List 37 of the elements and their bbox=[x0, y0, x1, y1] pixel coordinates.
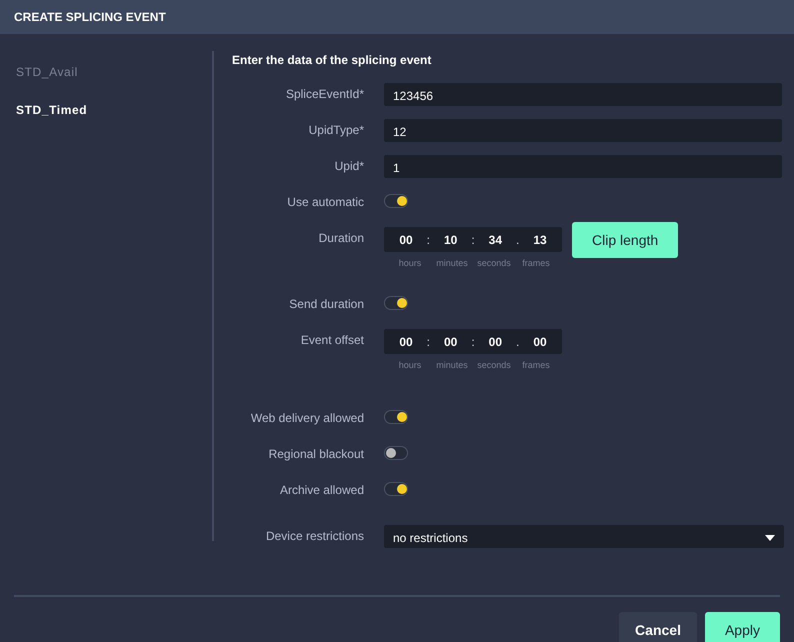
toggle-switch[interactable] bbox=[384, 296, 408, 310]
dialog-title: CREATE SPLICING EVENT bbox=[14, 10, 166, 24]
field-label: Upid* bbox=[334, 158, 364, 173]
unit-label: hours bbox=[398, 360, 422, 370]
timecode-field[interactable]: 00 : 10 : 34 . 13 bbox=[384, 227, 562, 252]
field-label: Send duration bbox=[288, 296, 364, 311]
toggle-switch[interactable] bbox=[384, 482, 408, 496]
clip-length-button[interactable]: Clip length bbox=[572, 222, 678, 258]
unit-label: minutes bbox=[435, 360, 469, 370]
field-label: SpliceEventId* bbox=[284, 86, 364, 101]
field-label: Regional blackout bbox=[268, 446, 364, 461]
apply-button[interactable]: Apply bbox=[704, 612, 780, 642]
toggle-switch[interactable] bbox=[384, 446, 408, 460]
sidebar-item[interactable]: STD_Timed bbox=[16, 103, 88, 117]
field-label: Event offset bbox=[300, 332, 364, 347]
input-field[interactable]: 12 bbox=[384, 119, 782, 142]
field-label: UpidType* bbox=[308, 122, 364, 137]
caret-icon bbox=[765, 534, 775, 540]
toggle-switch[interactable] bbox=[384, 194, 408, 208]
unit-label: frames bbox=[521, 360, 551, 370]
unit-label: minutes bbox=[435, 258, 469, 268]
field-label: Device restrictions bbox=[264, 528, 364, 543]
input-field[interactable]: 123456 bbox=[384, 83, 782, 106]
unit-label: seconds bbox=[476, 258, 512, 268]
unit-label: seconds bbox=[476, 360, 512, 370]
field-label: Duration bbox=[318, 230, 364, 245]
cancel-button[interactable]: Cancel bbox=[619, 612, 697, 642]
input-field[interactable]: 1 bbox=[384, 155, 782, 178]
dropdown[interactable]: no restrictions bbox=[384, 525, 784, 548]
field-label: Archive allowed bbox=[278, 482, 364, 497]
timecode-field[interactable]: 00 : 00 : 00 . 00 bbox=[384, 329, 562, 354]
form-heading: Enter the data of the splicing event bbox=[232, 53, 432, 67]
unit-label: frames bbox=[521, 258, 551, 268]
toggle-switch[interactable] bbox=[384, 410, 408, 424]
unit-label: hours bbox=[398, 258, 422, 268]
field-label: Use automatic bbox=[286, 194, 364, 209]
field-label: Web delivery allowed bbox=[250, 410, 364, 425]
